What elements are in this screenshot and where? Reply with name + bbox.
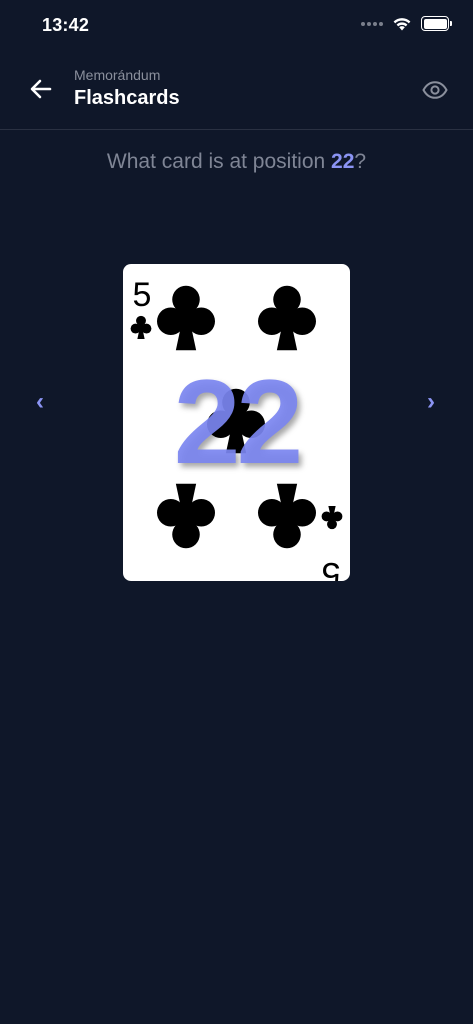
club-icon [157, 285, 215, 351]
club-icon [321, 506, 343, 530]
question-suffix: ? [354, 150, 367, 173]
card-rank-top: 5 [133, 276, 152, 314]
question-prefix: What card is at position [106, 150, 332, 173]
page-title: Flashcards [74, 87, 180, 109]
flashcards-screen: 13:42 Memorándum Flashcards What card is… [0, 0, 473, 1024]
card-rank-bottom: 5 [322, 555, 341, 581]
playing-card[interactable]: 5 5 22 [123, 264, 350, 581]
header-subtitle: Memorándum [74, 67, 161, 83]
question-text: What card is at position 22? [0, 150, 473, 174]
signal-icon [361, 21, 383, 26]
back-button[interactable] [22, 72, 60, 106]
previous-card-button[interactable]: ‹ [22, 384, 58, 420]
club-icon [157, 483, 215, 549]
arrow-left-icon [30, 79, 52, 99]
club-icon [258, 483, 316, 549]
chevron-left-icon: ‹ [36, 388, 44, 415]
next-card-button[interactable]: › [413, 384, 449, 420]
status-bar: 13:42 [0, 0, 473, 52]
club-icon [130, 315, 152, 339]
wifi-icon [393, 18, 411, 31]
status-time: 13:42 [42, 15, 90, 35]
status-icons [361, 16, 452, 31]
battery-icon [421, 16, 452, 31]
chevron-right-icon: › [427, 388, 435, 415]
position-overlay-number: 22 [173, 355, 303, 489]
header-titles: Memorándum Flashcards [74, 67, 180, 109]
club-icon [258, 285, 316, 351]
position-number: 22 [331, 150, 355, 173]
toggle-visibility-button[interactable] [419, 74, 451, 106]
eye-icon [422, 81, 448, 99]
app-header: Memorándum Flashcards [0, 52, 473, 130]
